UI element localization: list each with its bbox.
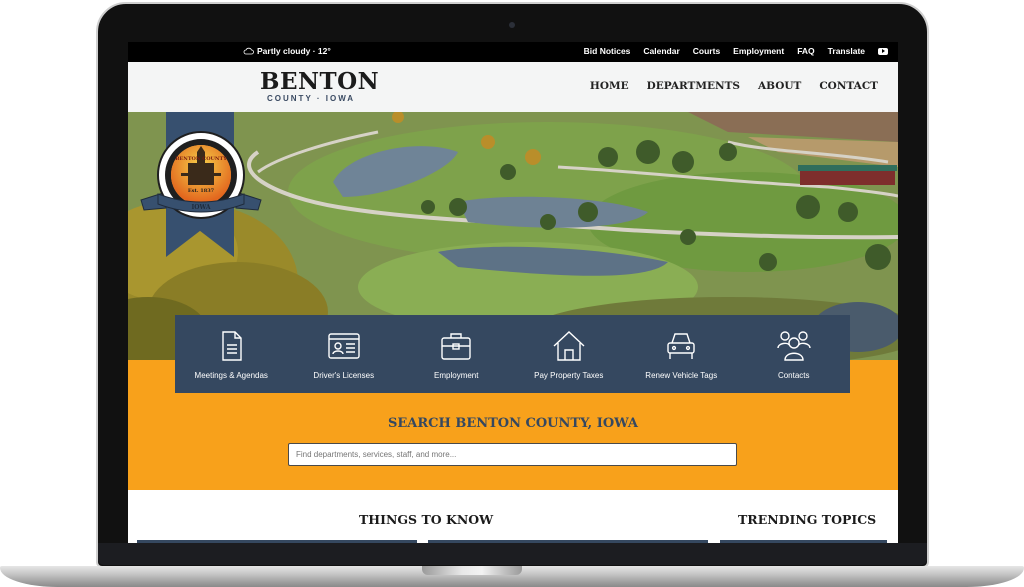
quick-link-drivers-licenses[interactable]: Driver's Licenses xyxy=(289,329,399,380)
seal-banner-text: IOWA xyxy=(191,204,210,211)
nav-home[interactable]: HOME xyxy=(590,80,629,92)
site-subtitle: COUNTY · IOWA xyxy=(267,94,356,103)
trending-topics-heading: TRENDING TOPICS xyxy=(738,512,877,527)
main-nav: HOME DEPARTMENTS ABOUT CONTACT xyxy=(590,80,878,92)
county-seal-icon: Est. 1837 IOWA BENTON COUNTY xyxy=(140,131,262,219)
utility-link-faq[interactable]: FAQ xyxy=(797,46,814,56)
utility-bar: Partly cloudy · 12° Bid Notices Calendar… xyxy=(128,42,898,62)
things-card-2[interactable] xyxy=(428,540,708,543)
utility-link-translate[interactable]: Translate xyxy=(828,46,865,56)
site-title[interactable]: BENTON xyxy=(260,68,379,95)
things-card-1[interactable] xyxy=(137,540,417,543)
utility-link-employment[interactable]: Employment xyxy=(733,46,784,56)
webcam-icon xyxy=(509,22,515,28)
search-title: SEARCH BENTON COUNTY, IOWA xyxy=(387,416,638,431)
quick-link-label: Driver's Licenses xyxy=(313,370,375,380)
quick-link-label: Meetings & Agendas xyxy=(194,370,268,380)
weather-text: Partly cloudy · 12° xyxy=(257,46,331,56)
county-seal-logo[interactable]: Est. 1837 IOWA BENTON COUNTY xyxy=(136,130,266,240)
trending-card-1[interactable] xyxy=(720,540,887,543)
quick-link-renew-vehicle-tags[interactable]: Renew Vehicle Tags xyxy=(626,329,736,380)
quick-link-contacts[interactable]: Contacts xyxy=(739,329,849,380)
quick-links-bar: Meetings & Agendas Driver's Licenses Emp… xyxy=(175,315,850,393)
document-icon xyxy=(222,330,242,361)
cloud-icon xyxy=(243,47,254,55)
utility-links: Bid Notices Calendar Courts Employment F… xyxy=(584,46,888,56)
utility-link-courts[interactable]: Courts xyxy=(693,46,720,56)
id-card-icon xyxy=(328,332,360,359)
utility-link-calendar[interactable]: Calendar xyxy=(643,46,679,56)
seal-est-text: Est. 1837 xyxy=(188,188,215,194)
website-screen: Partly cloudy · 12° Bid Notices Calendar… xyxy=(128,42,898,543)
car-icon xyxy=(667,332,695,359)
quick-link-label: Employment xyxy=(434,370,479,380)
quick-link-employment[interactable]: Employment xyxy=(401,329,511,380)
things-to-know-heading: THINGS TO KNOW xyxy=(359,512,494,527)
quick-link-label: Contacts xyxy=(777,370,810,380)
nav-about[interactable]: ABOUT xyxy=(758,80,801,92)
youtube-icon[interactable] xyxy=(878,47,888,55)
laptop-bottom-bezel xyxy=(98,543,927,565)
quick-link-label: Renew Vehicle Tags xyxy=(645,370,718,380)
seal-top-text: BENTON COUNTY xyxy=(175,156,227,162)
quick-link-label: Pay Property Taxes xyxy=(534,370,604,380)
quick-link-meetings-agendas[interactable]: Meetings & Agendas xyxy=(176,329,286,380)
laptop-hinge-notch xyxy=(422,566,522,575)
briefcase-icon xyxy=(441,332,471,360)
quick-link-pay-property-taxes[interactable]: Pay Property Taxes xyxy=(514,329,624,380)
site-search-input[interactable] xyxy=(288,443,737,466)
weather-widget: Partly cloudy · 12° xyxy=(243,46,331,56)
utility-link-bid-notices[interactable]: Bid Notices xyxy=(584,46,631,56)
nav-contact[interactable]: CONTACT xyxy=(819,80,878,92)
content-section: THINGS TO KNOW TRENDING TOPICS xyxy=(128,490,898,543)
nav-departments[interactable]: DEPARTMENTS xyxy=(647,80,740,92)
site-header: BENTON COUNTY · IOWA HOME DEPARTMENTS AB… xyxy=(128,62,898,112)
people-icon xyxy=(777,330,811,361)
house-icon xyxy=(553,330,585,361)
